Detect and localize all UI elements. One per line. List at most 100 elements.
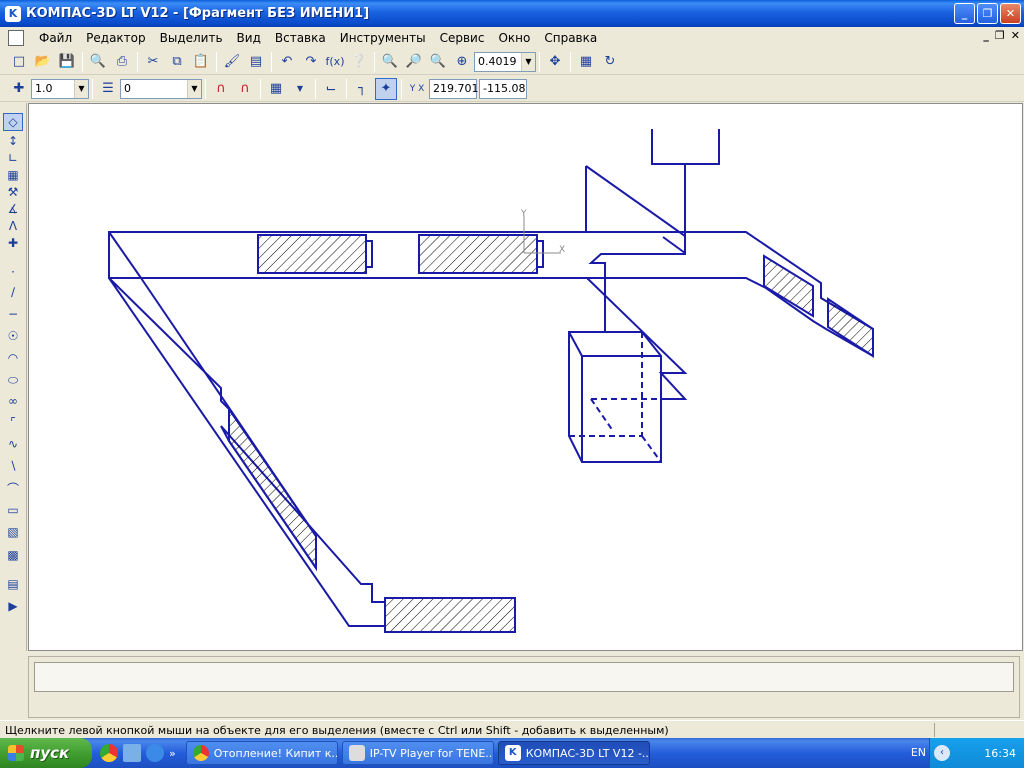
ie-icon[interactable] [146,744,164,762]
tray-expand-icon[interactable]: ‹ [934,745,950,761]
polyline-icon[interactable]: ⌜ [3,413,23,431]
minimize-button[interactable]: _ [954,3,975,24]
drawing-lines [108,129,874,633]
arc-icon[interactable]: ◠ [3,349,23,367]
language-indicator[interactable]: EN [911,746,926,759]
menu-service[interactable]: Сервис [433,28,492,48]
select-panel-icon[interactable]: Λ [3,217,23,235]
menu-editor[interactable]: Редактор [79,28,152,48]
edit-panel-icon[interactable]: ▦ [3,166,23,184]
cursor-step-icon[interactable]: ✚ [8,78,30,100]
start-button[interactable]: пуск [0,738,92,768]
coordinate-y-field[interactable]: -115.08 [479,78,527,99]
menu-tools[interactable]: Инструменты [333,28,433,48]
bezier-icon[interactable]: ∿ [3,435,23,453]
new-document-icon[interactable]: □ [8,51,30,73]
hatch-icon[interactable]: ▧ [3,523,23,541]
circle-icon[interactable]: ☉ [3,327,23,345]
spec-panel-icon[interactable]: ✚ [3,234,23,252]
parametrization-icon[interactable]: ⚒ [3,183,23,201]
chevron-down-icon[interactable]: ▼ [187,79,201,98]
menu-window[interactable]: Окно [491,28,537,48]
context-help-icon[interactable]: ❔ [348,51,370,73]
zoom-window-icon[interactable]: 🔎 [403,51,425,73]
chamfer-icon[interactable]: ∖ [3,457,23,475]
layer-combo[interactable]: 0 ▼ [120,78,202,99]
fill-icon[interactable]: ▩ [3,546,23,564]
task-iptv[interactable]: IP-TV Player for TENE... [341,741,494,765]
maximize-button[interactable]: ❐ [977,3,998,24]
quick-launch-more-icon[interactable]: » [169,747,176,760]
redo-icon[interactable]: ↷ [300,51,322,73]
segment-icon[interactable]: − [3,305,23,323]
mdi-minimize-button[interactable]: _ [983,29,989,42]
drawing-canvas[interactable]: Y X [28,103,1023,651]
properties-icon[interactable]: ▤ [245,51,267,73]
open-folder-icon[interactable]: 📂 [32,51,54,73]
mdi-close-button[interactable]: ✕ [1011,29,1020,42]
grid-icon[interactable]: ▦ [265,78,287,100]
snap-magnet-icon[interactable]: ∩ [210,78,232,100]
axis-x-label: X [559,245,565,255]
snap-magnet-local-icon[interactable]: ∩ [234,78,256,100]
fillet-icon[interactable]: ⌒ [3,479,23,497]
layer-value: 0 [124,82,131,95]
chrome-icon[interactable] [100,744,118,762]
mdi-restore-button[interactable]: ❐ [995,29,1005,42]
undo-icon[interactable]: ↶ [276,51,298,73]
print-preview-icon[interactable]: 🔍 [87,51,109,73]
menu-insert[interactable]: Вставка [268,28,333,48]
copy-icon[interactable]: ⧉ [166,51,188,73]
ortho-icon[interactable]: ┐ [351,78,373,100]
point-icon[interactable]: · [3,263,23,281]
geometry-panel-icon[interactable]: ◇ [3,113,23,131]
cut-icon[interactable]: ✂ [142,51,164,73]
measure-icon[interactable]: ∡ [3,200,23,218]
kompas-app-icon[interactable]: K [5,5,21,22]
status-hint: Щелкните левой кнопкой мыши на объекте д… [5,724,669,737]
print-icon[interactable]: ⎙ [111,51,133,73]
zoom-all-icon[interactable]: 🔍 [379,51,401,73]
properties-field[interactable] [34,662,1014,692]
menu-view[interactable]: Вид [230,28,268,48]
chevron-down-icon[interactable]: ▼ [74,79,88,98]
spline-icon[interactable]: ∞ [3,392,23,410]
zoom-value: 0.4019 [478,55,517,68]
macro-icon[interactable]: ▤ [3,575,23,593]
document-icon[interactable] [8,30,24,46]
save-icon[interactable]: 💾 [56,51,78,73]
ellipse-icon[interactable]: ⬭ [3,371,23,389]
zoom-scale-icon[interactable]: 🔍 [427,51,449,73]
chevron-down-icon[interactable]: ▼ [521,52,535,71]
task-label: Отопление! Кипит к... [213,746,338,760]
menu-select[interactable]: Выделить [153,28,230,48]
step-combo[interactable]: 1.0 ▼ [31,78,89,99]
menu-help[interactable]: Справка [537,28,604,48]
radiator-5 [228,405,317,572]
local-cs-icon[interactable]: ⌙ [320,78,342,100]
layer-icon[interactable]: ☰ [97,78,119,100]
drawing-svg[interactable]: Y X [29,104,1023,651]
dimensions-panel-icon[interactable]: ↕ [3,132,23,150]
task-chrome[interactable]: Отопление! Кипит к... [185,741,338,765]
menu-file[interactable]: Файл [32,28,79,48]
radiator-1 [257,234,367,274]
refresh-view-icon[interactable]: ▦ [575,51,597,73]
grid-dropdown-icon[interactable]: ▼ [289,78,311,100]
paste-icon[interactable]: 📋 [190,51,212,73]
zoom-combo[interactable]: 0.4019 ▼ [474,51,536,72]
round-icon[interactable]: ✦ [375,77,397,100]
symbols-panel-icon[interactable]: ∟ [3,149,23,167]
pan-icon[interactable]: ✥ [544,51,566,73]
auxiliary-line-icon[interactable]: ∕ [3,283,23,301]
task-kompas[interactable]: K КОМПАС-3D LT V12 -... [497,741,650,765]
desktop-icon[interactable] [123,744,141,762]
zoom-in-icon[interactable]: ⊕ [451,51,473,73]
format-painter-icon[interactable]: 🖌 [221,51,243,73]
coordinate-x-field[interactable]: 219.701 [429,78,479,99]
redraw-icon[interactable]: ↻ [599,51,621,73]
function-icon[interactable]: f(x) [324,51,346,73]
rectangle-icon[interactable]: ▭ [3,501,23,519]
expand-panel-icon[interactable]: ▶ [3,597,23,615]
close-button[interactable]: ✕ [1000,3,1021,24]
